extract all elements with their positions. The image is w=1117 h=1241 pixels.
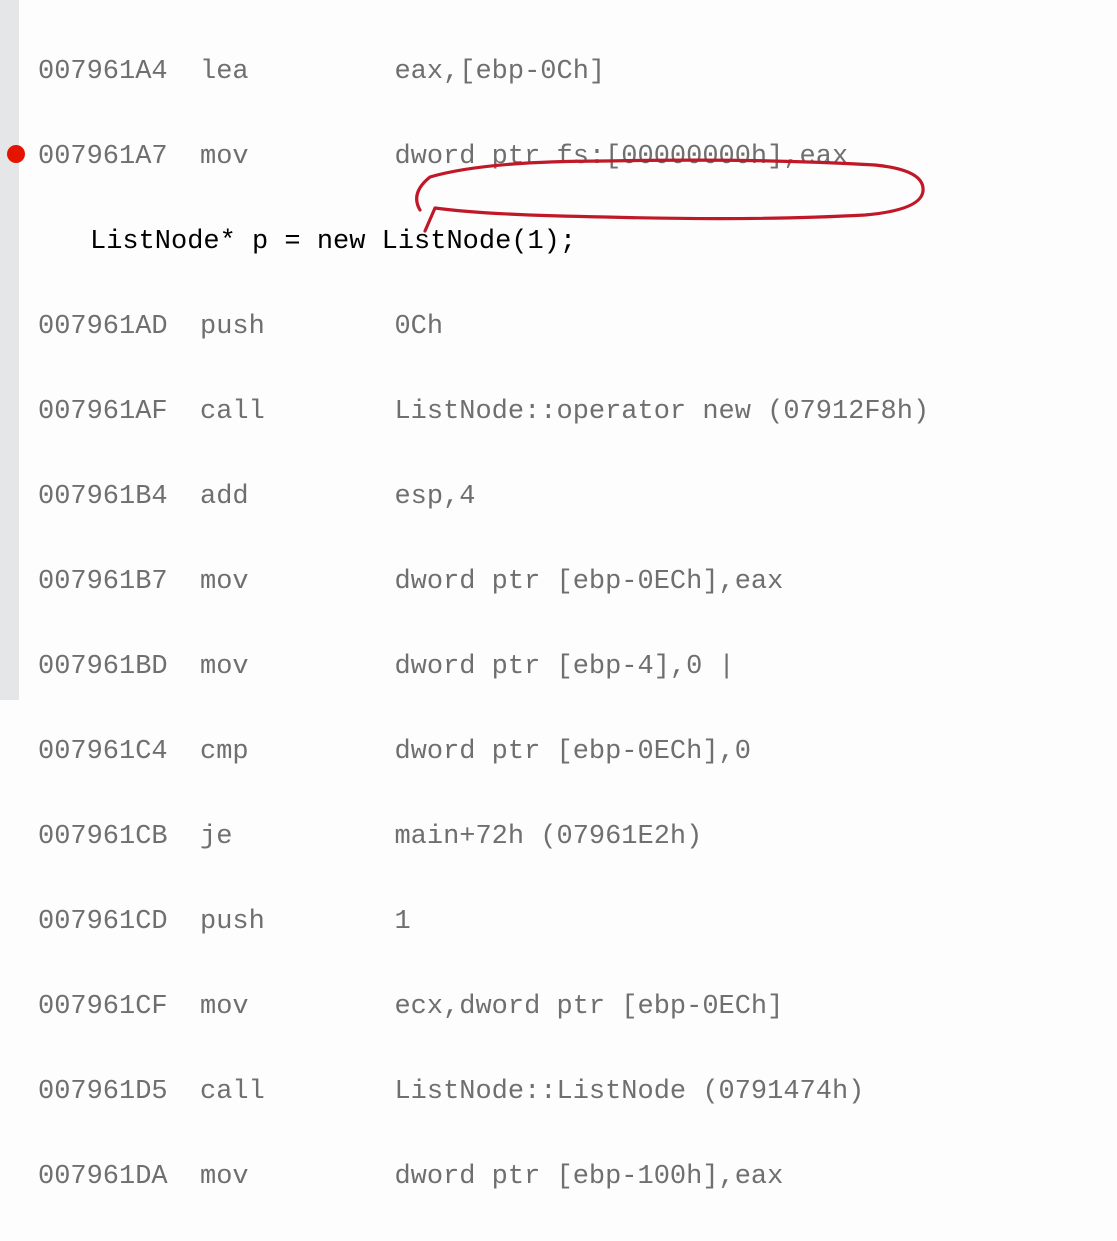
breakpoint-icon[interactable] — [7, 145, 25, 163]
asm-line: 007961A7 mov dword ptr fs:[00000000h],ea… — [38, 136, 1117, 179]
operand: ListNode::operator new (07912F8h) — [394, 397, 929, 427]
asm-line: 007961B7 mov dword ptr [ebp-0ECh],eax — [38, 561, 1117, 604]
address: 007961CF — [38, 992, 168, 1022]
operand: main+72h (07961E2h) — [394, 822, 702, 852]
address: 007961B7 — [38, 567, 168, 597]
opcode: add — [200, 482, 249, 512]
operand: eax,[ebp-0Ch] — [394, 57, 605, 87]
address: 007961BD — [38, 652, 168, 682]
opcode: mov — [200, 1162, 249, 1192]
opcode: call — [200, 1077, 265, 1107]
operand: dword ptr [ebp-0ECh],0 — [394, 737, 750, 767]
address: 007961AD — [38, 312, 168, 342]
opcode: push — [200, 312, 265, 342]
operand: ListNode::ListNode (0791474h) — [394, 1077, 864, 1107]
address: 007961B4 — [38, 482, 168, 512]
opcode: mov — [200, 652, 249, 682]
address: 007961C4 — [38, 737, 168, 767]
opcode: mov — [200, 992, 249, 1022]
asm-line: 007961AD push 0Ch — [38, 306, 1117, 349]
operand: dword ptr [ebp-100h],eax — [394, 1162, 783, 1192]
address: 007961A7 — [38, 142, 168, 172]
gutter — [0, 0, 19, 700]
disassembly-view[interactable]: 007961A4 lea eax,[ebp-0Ch] 007961A7 mov … — [38, 8, 1117, 1241]
asm-line: 007961C4 cmp dword ptr [ebp-0ECh],0 — [38, 731, 1117, 774]
opcode: je — [200, 822, 232, 852]
opcode: call — [200, 397, 265, 427]
address: 007961DA — [38, 1162, 168, 1192]
operand: dword ptr fs:[00000000h],eax — [394, 142, 848, 172]
asm-line: 007961BD mov dword ptr [ebp-4],0 | — [38, 646, 1117, 689]
address: 007961AF — [38, 397, 168, 427]
margin — [19, 0, 39, 700]
asm-line: 007961DA mov dword ptr [ebp-100h],eax — [38, 1156, 1117, 1199]
source-line: ListNode* p = new ListNode(1); — [90, 221, 1117, 264]
operand: 1 — [394, 907, 410, 937]
operand: ecx,dword ptr [ebp-0ECh] — [394, 992, 783, 1022]
asm-line: 007961CB je main+72h (07961E2h) — [38, 816, 1117, 859]
opcode: mov — [200, 142, 249, 172]
opcode: mov — [200, 567, 249, 597]
address: 007961CD — [38, 907, 168, 937]
opcode: lea — [200, 57, 249, 87]
operand: dword ptr [ebp-0ECh],eax — [394, 567, 783, 597]
address: 007961D5 — [38, 1077, 168, 1107]
operand: 0Ch — [394, 312, 443, 342]
asm-line: 007961CD push 1 — [38, 901, 1117, 944]
address: 007961A4 — [38, 57, 168, 87]
address: 007961CB — [38, 822, 168, 852]
asm-line: 007961D5 call ListNode::ListNode (079147… — [38, 1071, 1117, 1114]
asm-line: 007961B4 add esp,4 — [38, 476, 1117, 519]
asm-line: 007961CF mov ecx,dword ptr [ebp-0ECh] — [38, 986, 1117, 1029]
operand: esp,4 — [394, 482, 475, 512]
opcode: cmp — [200, 737, 249, 767]
operand: dword ptr [ebp-4],0 | — [394, 652, 734, 682]
asm-line: 007961AF call ListNode::operator new (07… — [38, 391, 1117, 434]
asm-line: 007961A4 lea eax,[ebp-0Ch] — [38, 51, 1117, 94]
opcode: push — [200, 907, 265, 937]
